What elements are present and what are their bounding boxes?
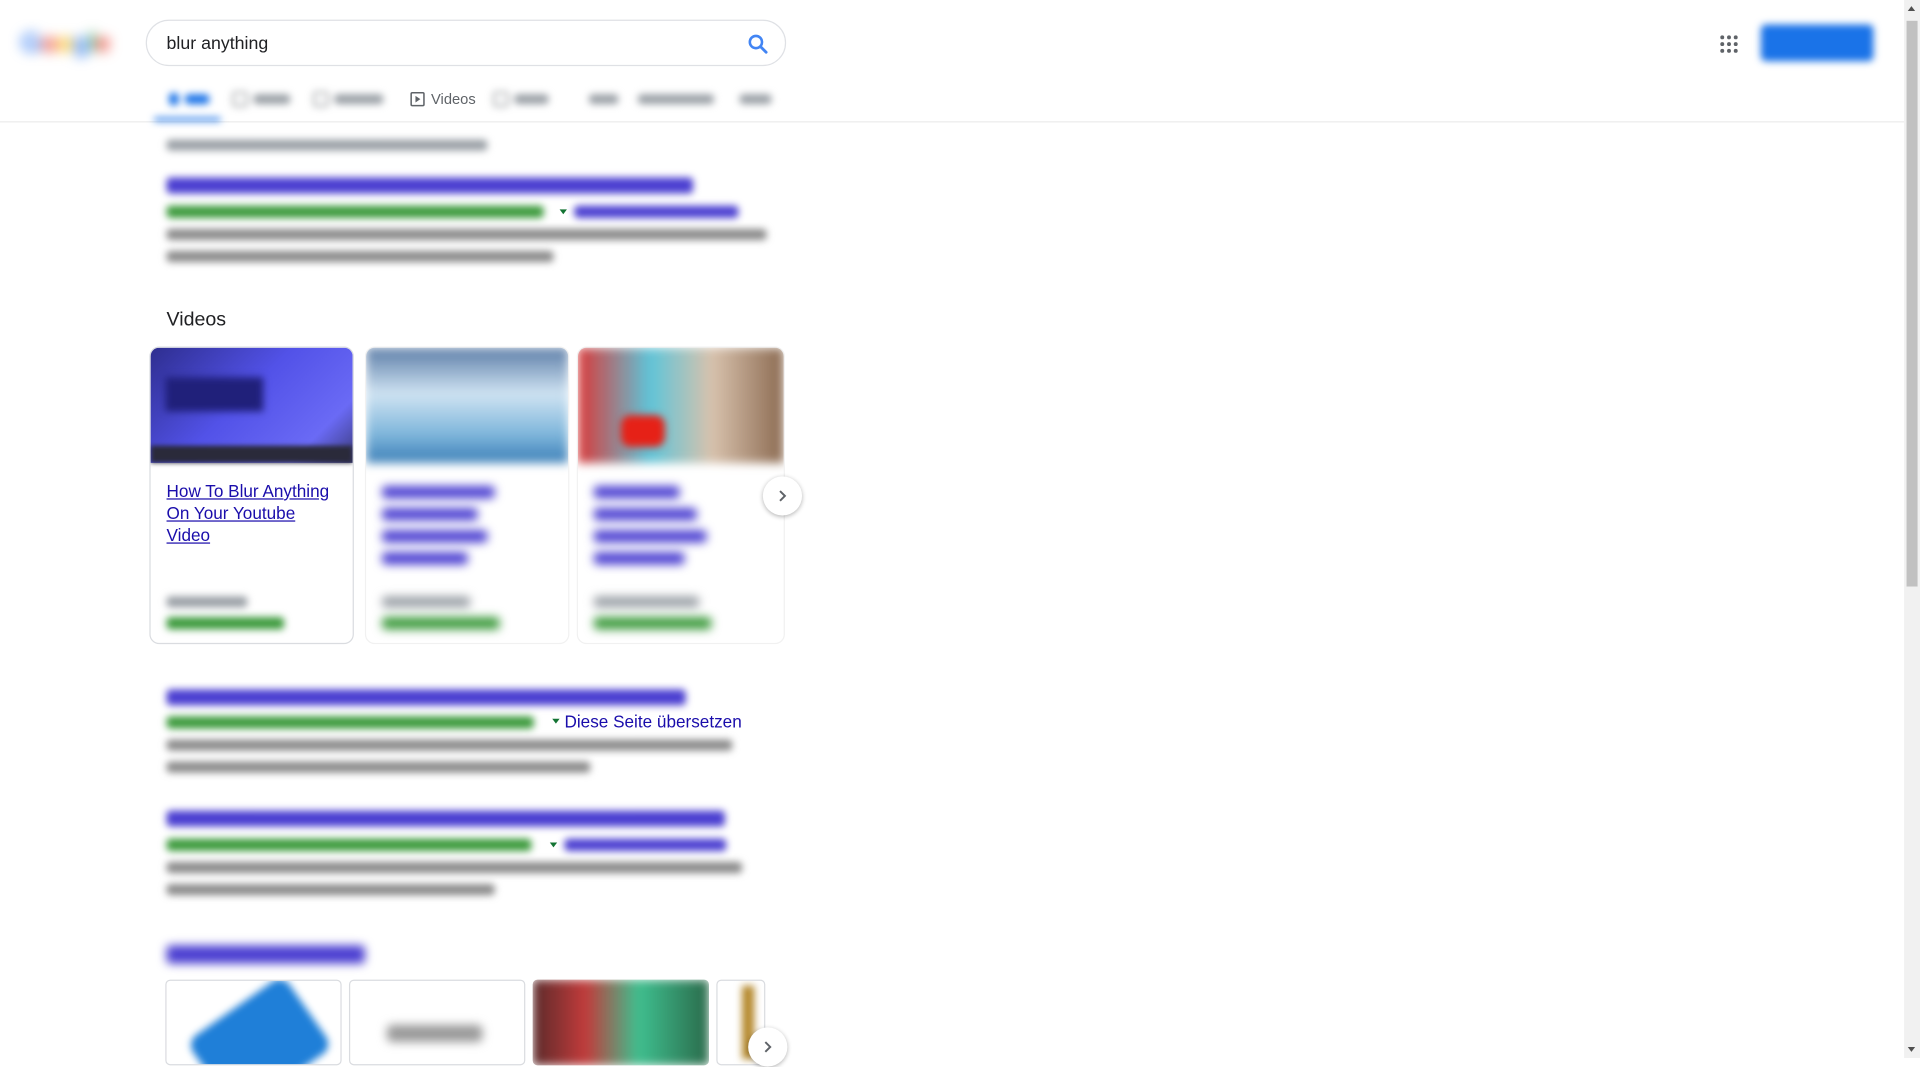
images-heading[interactable] [166, 945, 365, 964]
result-snippet [166, 251, 554, 263]
tab-settings[interactable] [637, 88, 714, 110]
result-snippet [166, 228, 767, 241]
apps-grid-icon[interactable] [1719, 34, 1739, 54]
video-source [166, 596, 248, 608]
result-url[interactable] [166, 716, 534, 729]
video-thumbnail[interactable] [150, 347, 353, 463]
translate-page-link[interactable]: Diese Seite übersetzen [552, 711, 742, 731]
video-thumbnail[interactable] [366, 347, 569, 463]
image-result[interactable] [165, 979, 342, 1066]
scroll-down-arrow[interactable] [1907, 1046, 1916, 1052]
result-title[interactable] [166, 177, 694, 194]
video-date [593, 617, 712, 630]
video-title[interactable]: How To Blur Anything On Your Youtube Vid… [167, 480, 338, 546]
video-card[interactable] [576, 346, 785, 645]
result-snippet [166, 739, 733, 751]
result-url[interactable] [166, 838, 532, 852]
sign-in-button[interactable] [1760, 24, 1874, 62]
video-date [382, 617, 500, 630]
carousel-next-button[interactable] [762, 476, 803, 516]
video-date [166, 617, 285, 630]
youtube-play-icon [620, 415, 665, 447]
scroll-up-arrow[interactable] [1907, 6, 1916, 12]
scrollbar-thumb[interactable] [1906, 20, 1918, 587]
image-result[interactable] [348, 979, 526, 1066]
video-title[interactable] [382, 486, 495, 499]
video-source [593, 596, 700, 608]
result-translate-link[interactable] [574, 205, 739, 218]
result-url[interactable] [166, 205, 544, 218]
header: Google blur anything Videos [0, 0, 1905, 123]
tab-news[interactable] [232, 88, 291, 110]
tab-videos[interactable]: Videos [410, 88, 476, 110]
result-snippet [166, 862, 743, 874]
url-dropdown-icon[interactable] [559, 209, 567, 215]
video-icon [410, 91, 425, 107]
video-card[interactable] [364, 346, 570, 645]
chevron-right-icon [764, 1041, 772, 1053]
search-icon[interactable] [746, 32, 770, 56]
video-card[interactable]: How To Blur Anything On Your Youtube Vid… [149, 346, 354, 645]
search-box [145, 19, 787, 67]
tab-images[interactable] [313, 88, 384, 110]
url-dropdown-icon[interactable] [552, 718, 560, 724]
tab-tools[interactable] [739, 88, 772, 110]
result-snippet [166, 761, 591, 773]
active-tab-indicator [154, 117, 221, 122]
result-snippet [166, 139, 488, 151]
google-logo[interactable]: Google [21, 27, 112, 59]
search-input[interactable] [166, 31, 730, 57]
tab-more[interactable] [576, 88, 619, 110]
url-dropdown-icon[interactable] [549, 842, 558, 848]
chevron-right-icon [779, 490, 787, 502]
tab-shopping[interactable] [493, 88, 549, 110]
video-title[interactable] [593, 486, 680, 499]
result-title[interactable] [166, 689, 686, 706]
tab-all[interactable] [168, 88, 210, 110]
images-next-button[interactable] [748, 1027, 788, 1067]
video-thumbnail[interactable] [577, 347, 784, 463]
image-result[interactable] [532, 979, 709, 1066]
result-snippet [166, 884, 495, 896]
result-translate-link[interactable] [564, 838, 727, 852]
videos-heading: Videos [166, 309, 227, 331]
video-source [382, 596, 471, 608]
result-title[interactable] [166, 810, 725, 827]
